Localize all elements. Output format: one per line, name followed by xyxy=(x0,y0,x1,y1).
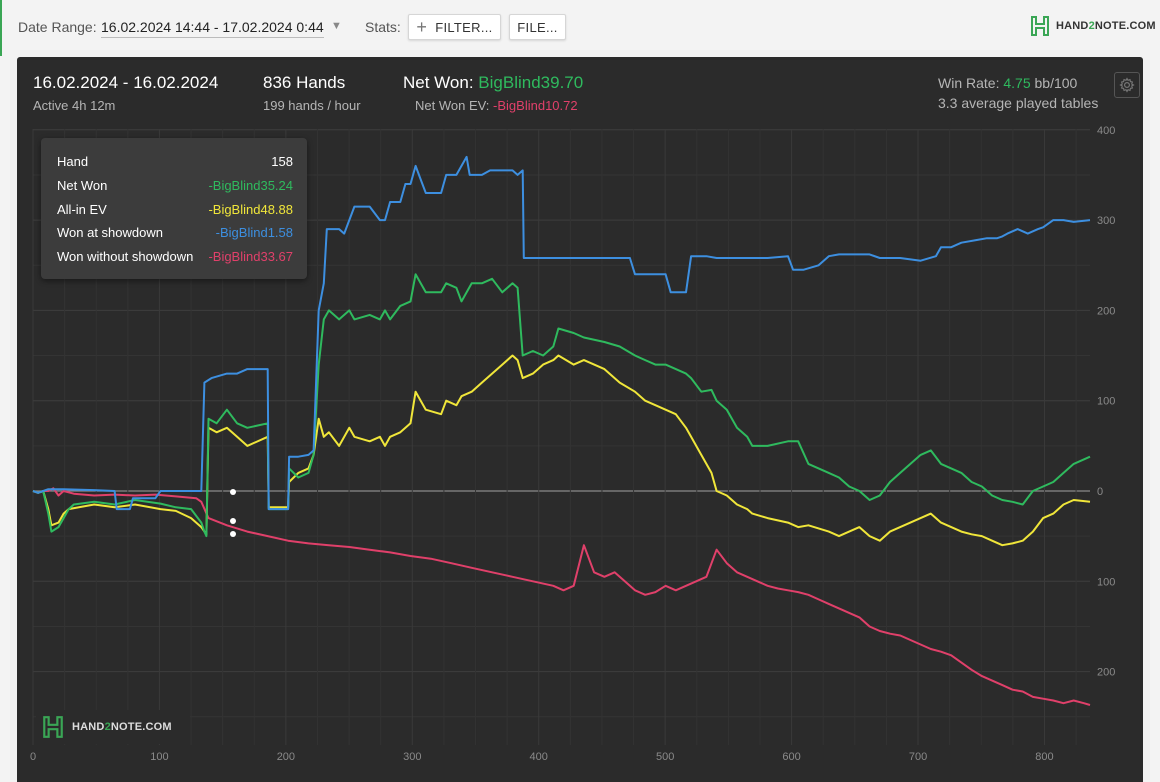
x-tick-label: 0 xyxy=(30,751,36,763)
tooltip-value: -BigBlind1.58 xyxy=(215,225,293,240)
y-tick-label: 400 xyxy=(1097,125,1115,137)
tooltip-value: -BigBlind33.67 xyxy=(208,249,293,264)
tooltip-hand-value: 158 xyxy=(271,154,293,169)
y-axis-ticks: 400 300 200 100 0 100 200 xyxy=(1097,125,1115,679)
hover-markers xyxy=(230,489,236,537)
x-tick-label: 600 xyxy=(782,751,800,763)
x-tick-label: 500 xyxy=(656,751,674,763)
x-tick-label: 800 xyxy=(1035,751,1053,763)
hover-marker xyxy=(230,518,236,524)
hover-marker xyxy=(230,531,236,537)
tooltip-label: Won without showdown xyxy=(57,249,194,264)
series-line-won-without-showdown xyxy=(32,487,1091,706)
net-won-chart: 400 300 200 100 0 100 200 0 100 200 300 400 500 600 7… xyxy=(30,125,1115,763)
x-tick-label: 100 xyxy=(150,751,168,763)
x-tick-label: 200 xyxy=(277,751,295,763)
x-tick-label: 300 xyxy=(403,751,421,763)
x-tick-label: 700 xyxy=(909,751,927,763)
tooltip-label: All-in EV xyxy=(57,202,107,217)
hover-tooltip: Hand 158 Net Won -BigBlind35.24 All-in E… xyxy=(41,138,307,279)
tooltip-hand-label: Hand xyxy=(57,154,89,169)
tooltip-value: -BigBlind35.24 xyxy=(208,178,293,193)
x-axis-ticks: 0 100 200 300 400 500 600 700 800 xyxy=(30,751,1054,763)
hover-marker xyxy=(230,489,236,495)
hand2note-logo-icon xyxy=(43,716,63,738)
y-tick-label: 0 xyxy=(1097,486,1103,498)
x-tick-label: 400 xyxy=(530,751,548,763)
y-tick-label: 100 xyxy=(1097,576,1115,588)
tooltip-value: -BigBlind48.88 xyxy=(208,202,293,217)
y-tick-label: 100 xyxy=(1097,396,1115,408)
tooltip-label: Net Won xyxy=(57,178,108,193)
y-tick-label: 200 xyxy=(1097,667,1115,679)
watermark-text: HAND2NOTE.COM xyxy=(72,721,172,733)
y-tick-label: 300 xyxy=(1097,215,1115,227)
y-tick-label: 200 xyxy=(1097,305,1115,317)
tooltip-label: Won at showdown xyxy=(57,225,163,240)
watermark-logo: HAND2NOTE.COM xyxy=(36,710,190,744)
